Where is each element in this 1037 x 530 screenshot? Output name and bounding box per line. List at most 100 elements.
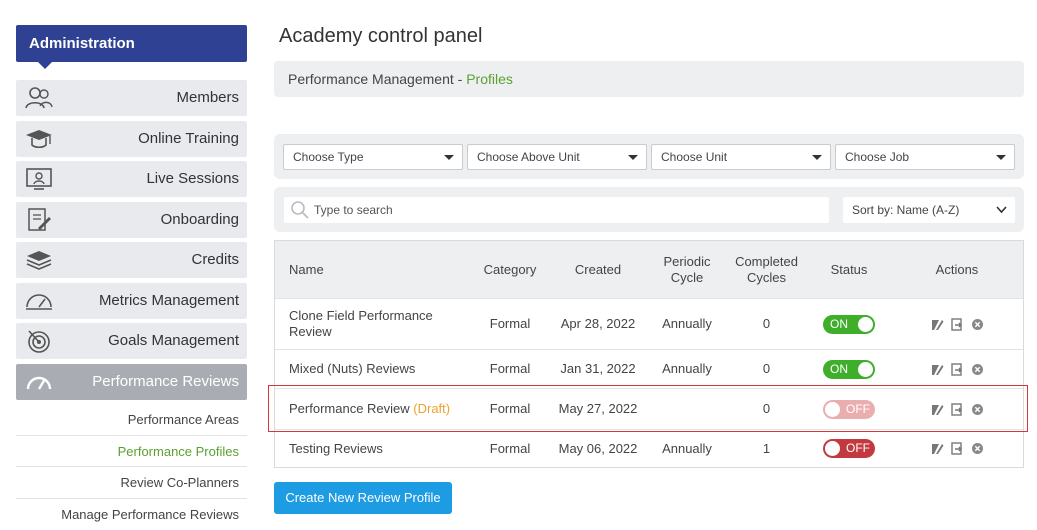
row-name-cell[interactable]: Performance Review (Draft) (289, 389, 469, 429)
table-row[interactable]: Clone Field Performance Review Formal Ap… (275, 298, 1023, 349)
sidebar-item-label: Metrics Management (98, 291, 239, 309)
row-completed-cycles: 0 (762, 361, 771, 376)
draft-badge: (Draft) (413, 401, 451, 416)
sidebar: Administration Members Online Training L… (16, 25, 247, 530)
duplicate-icon[interactable] (950, 402, 964, 416)
delete-icon[interactable] (971, 318, 984, 331)
column-header-periodic-cycle[interactable]: Periodic Cycle (657, 241, 717, 298)
edit-icon[interactable] (931, 318, 944, 331)
row-created: Jan 31, 2022 (560, 361, 636, 376)
profiles-table: Name Category Created Periodic Cycle Com… (274, 240, 1024, 468)
above-unit-filter-select[interactable]: Choose Above Unit (467, 144, 647, 170)
table-header: Name Category Created Periodic Cycle Com… (275, 241, 1023, 298)
status-toggle[interactable]: OFF (823, 439, 875, 458)
edit-icon[interactable] (931, 363, 944, 376)
row-actions (925, 389, 989, 429)
row-actions (925, 350, 989, 388)
graduation-cap-icon (26, 129, 52, 148)
sidebar-nav: Members Online Training Live Sessions On… (16, 80, 247, 400)
delete-icon[interactable] (971, 403, 984, 416)
search-bar: Sort by: Name (A-Z) (274, 187, 1024, 232)
row-name[interactable]: Testing Reviews (289, 430, 469, 467)
row-category: Formal (489, 401, 531, 416)
sidebar-item-credits[interactable]: Credits (16, 242, 247, 278)
status-toggle-label: ON (830, 361, 848, 376)
toggle-knob (858, 316, 873, 332)
sidebar-item-online-training[interactable]: Online Training (16, 120, 247, 157)
row-status: ON (819, 350, 879, 388)
sidebar-subitem-review-co-planners[interactable]: Review Co-Planners (16, 467, 247, 499)
sidebar-subitem-performance-profiles[interactable]: Performance Profiles (16, 436, 247, 467)
toggle-knob (825, 401, 840, 417)
row-completed-cycles: 1 (762, 440, 771, 456)
caret-down-icon (812, 155, 822, 160)
status-toggle[interactable]: ON (823, 359, 875, 379)
sidebar-item-members[interactable]: Members (16, 80, 247, 116)
sidebar-submenu: Performance Areas Performance Profiles R… (16, 404, 247, 530)
row-periodic-cycle: Annually (662, 361, 712, 376)
edit-icon[interactable] (931, 403, 944, 416)
sidebar-item-performance-reviews[interactable]: Performance Reviews (16, 363, 247, 400)
job-filter-value: Choose Job (845, 150, 910, 164)
row-name[interactable]: Mixed (Nuts) Reviews (289, 350, 469, 388)
sidebar-item-label: Credits (191, 251, 239, 268)
delete-icon[interactable] (971, 363, 984, 376)
row-name[interactable]: Clone Field Performance Review (289, 299, 449, 349)
row-actions (925, 430, 989, 467)
edit-icon[interactable] (931, 442, 944, 455)
target-icon (28, 330, 50, 353)
sidebar-title: Administration (16, 25, 247, 69)
duplicate-icon[interactable] (950, 442, 964, 455)
row-periodic-cycle: Annually (662, 440, 712, 456)
row-created: Apr 28, 2022 (560, 316, 636, 331)
sidebar-item-metrics-management[interactable]: Metrics Management (16, 282, 247, 319)
column-header-actions: Actions (935, 261, 979, 277)
sidebar-item-goals-management[interactable]: Goals Management (16, 323, 247, 359)
row-name: Performance Review (289, 401, 410, 416)
job-filter-select[interactable]: Choose Job (835, 144, 1015, 170)
presentation-screen-icon (26, 168, 52, 190)
column-header-category[interactable]: Category (475, 241, 545, 298)
caret-down-icon (444, 155, 454, 160)
sort-select[interactable]: Sort by: Name (A-Z) (843, 197, 1015, 223)
above-unit-filter-value: Choose Above Unit (477, 150, 580, 164)
sidebar-item-label: Goals Management (108, 332, 239, 349)
breadcrumb: Performance Management - Profiles (274, 61, 1024, 97)
create-review-profile-button[interactable]: Create New Review Profile (274, 482, 452, 514)
table-row[interactable]: Testing Reviews Formal May 06, 2022 Annu… (275, 429, 1023, 467)
row-completed-cycles: 0 (762, 401, 771, 416)
column-header-completed-cycles[interactable]: Completed Cycles (730, 241, 803, 298)
duplicate-icon[interactable] (950, 362, 964, 376)
type-filter-select[interactable]: Choose Type (283, 144, 463, 170)
row-category: Formal (489, 316, 531, 331)
sidebar-item-label: Onboarding (160, 210, 239, 228)
table-row[interactable]: Performance Review (Draft) Formal May 27… (275, 388, 1023, 429)
column-header-name[interactable]: Name (289, 241, 409, 298)
sidebar-item-label: Performance Reviews (92, 372, 239, 390)
search-icon (291, 201, 309, 219)
status-toggle[interactable]: ON (823, 314, 875, 334)
unit-filter-value: Choose Unit (661, 150, 728, 164)
duplicate-icon[interactable] (950, 317, 964, 331)
stacked-layers-icon (26, 251, 52, 270)
row-status: OFF (819, 430, 879, 467)
members-icon (25, 87, 53, 109)
row-created: May 27, 2022 (558, 401, 638, 416)
sidebar-item-live-sessions[interactable]: Live Sessions (16, 161, 247, 197)
sidebar-subitem-manage-performance-reviews[interactable]: Manage Performance Reviews (16, 499, 247, 530)
sidebar-item-onboarding[interactable]: Onboarding (16, 201, 247, 238)
sidebar-subitem-performance-areas[interactable]: Performance Areas (16, 404, 247, 436)
unit-filter-select[interactable]: Choose Unit (651, 144, 831, 170)
status-toggle-label: ON (830, 316, 848, 331)
search-input[interactable] (314, 197, 819, 223)
column-header-created[interactable]: Created (558, 241, 638, 298)
row-category: Formal (489, 361, 531, 376)
sidebar-item-label: Live Sessions (146, 170, 239, 187)
delete-icon[interactable] (971, 442, 984, 455)
table-row[interactable]: Mixed (Nuts) Reviews Formal Jan 31, 2022… (275, 349, 1023, 388)
type-filter-value: Choose Type (293, 150, 364, 164)
column-header-status[interactable]: Status (819, 241, 879, 298)
status-toggle[interactable]: OFF (823, 399, 875, 419)
row-created: May 06, 2022 (558, 440, 638, 456)
search-field[interactable] (284, 197, 829, 223)
